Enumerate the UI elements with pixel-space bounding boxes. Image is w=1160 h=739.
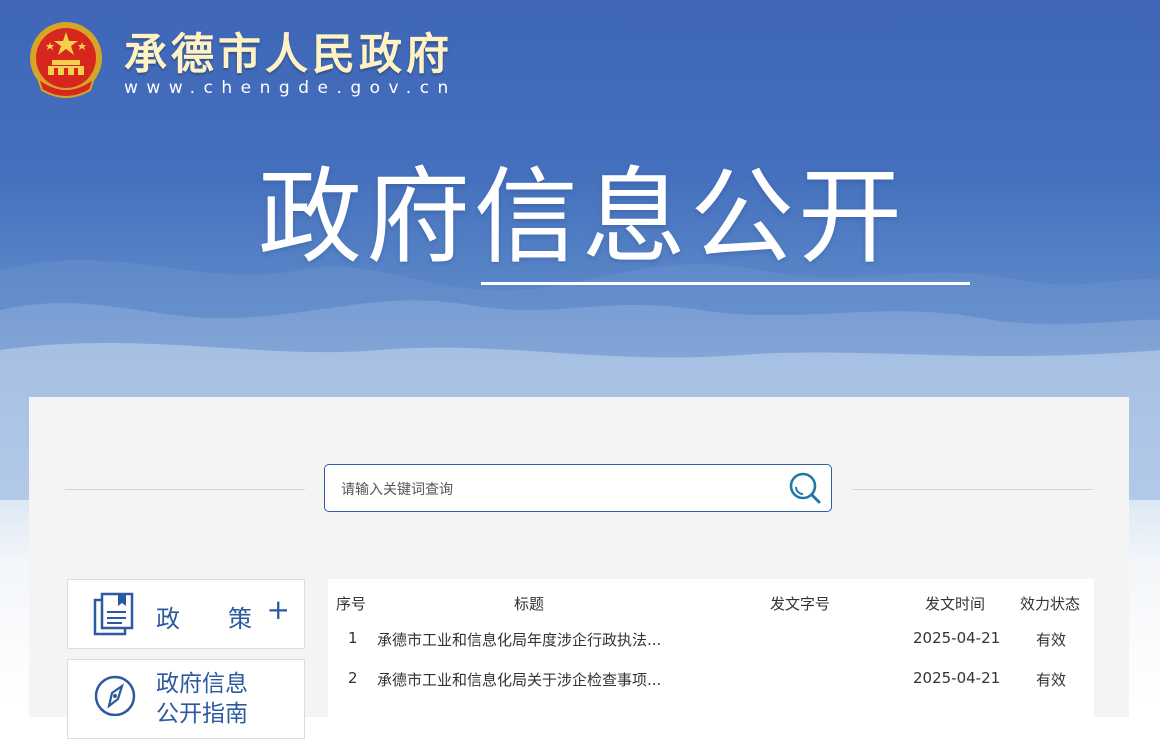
sidebar-item-label: 政府信息 [156,671,248,697]
compass-icon [94,675,136,716]
row-status: 有效 [1036,631,1067,649]
document-table: 序号 标题 发文字号 发文时间 效力状态 1 承德市工业和信息化局年度涉企行政执… [328,579,1094,719]
row-title-link[interactable]: 承德市工业和信息化局年度涉企行政执法... [377,629,661,650]
search-icon[interactable] [787,470,823,506]
sidebar-item-label: 政 策 [156,605,252,633]
national-emblem-icon [30,22,102,98]
expand-icon[interactable]: + [267,596,290,624]
sidebar-item-label-line2: 公开指南 [156,701,248,727]
row-number: 1 [348,629,358,647]
divider-right [852,489,1093,490]
search-box [324,464,832,512]
site-url[interactable]: www.chengde.gov.cn [124,78,457,98]
column-header-date: 发文时间 [925,595,986,613]
row-date: 2025-04-21 [913,629,1001,647]
divider-left [65,489,305,490]
sidebar-item-policy[interactable]: 政 策 + [67,579,305,649]
column-header-doc-number: 发文字号 [770,595,831,613]
document-icon [93,592,134,636]
table-row[interactable]: 2 承德市工业和信息化局关于涉企检查事项... 2025-04-21 有效 [328,659,1094,699]
banner-title: 政府信息公开 [258,156,907,278]
site-name[interactable]: 承德市人民政府 [124,20,453,82]
row-status: 有效 [1036,671,1067,689]
search-input[interactable] [339,477,773,503]
column-header-number: 序号 [336,595,367,613]
row-number: 2 [348,669,358,687]
row-title-link[interactable]: 承德市工业和信息化局关于涉企检查事项... [377,669,661,690]
sidebar-item-guide[interactable]: 政府信息 公开指南 [67,659,305,739]
banner-underline [481,282,970,285]
column-header-title: 标题 [514,595,545,613]
table-row[interactable]: 1 承德市工业和信息化局年度涉企行政执法... 2025-04-21 有效 [328,619,1094,659]
row-date: 2025-04-21 [913,669,1001,687]
column-header-status: 效力状态 [1020,595,1081,613]
main-panel: 政 策 + 政府信息 公开指南 序号 标题 发文字号 发文时间 效力状态 1 承… [29,397,1129,739]
